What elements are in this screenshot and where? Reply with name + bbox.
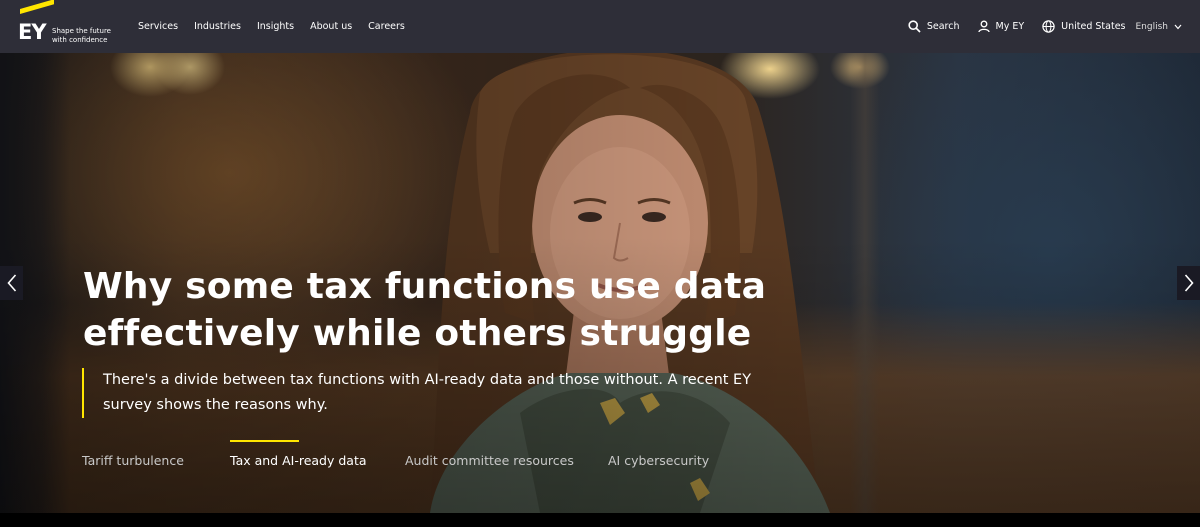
headline-line1: Why some tax functions use data <box>83 266 767 307</box>
chevron-down-icon <box>1174 24 1182 29</box>
headline-line2: effectively while others struggle <box>83 313 752 354</box>
tab-tax-and-ai-ready-data[interactable]: Tax and AI-ready data <box>230 453 367 468</box>
logo-tagline: Shape the future with confidence <box>52 27 114 45</box>
bottom-bar <box>0 513 1200 527</box>
nav-item-industries[interactable]: Industries <box>194 21 241 32</box>
hero-carousel: Why some tax functions use data effectiv… <box>0 53 1200 513</box>
hero-subtext-line2: survey shows the reasons why. <box>103 397 328 413</box>
globe-icon <box>1042 20 1055 33</box>
my-ey-button[interactable]: My EY <box>977 20 1025 33</box>
search-label: Search <box>926 21 960 32</box>
tab-tariff-turbulence[interactable]: Tariff turbulence <box>82 453 184 468</box>
search-button[interactable]: Search <box>908 20 960 33</box>
nav-item-insights[interactable]: Insights <box>257 21 294 32</box>
site-header: EY Shape the future with confidence Serv… <box>0 0 1200 53</box>
logo-beam <box>20 0 54 14</box>
hero-subtext-line1: There's a divide between tax functions w… <box>103 372 752 388</box>
main-nav: Services Industries Insights About us Ca… <box>138 0 405 53</box>
nav-item-careers[interactable]: Careers <box>368 21 405 32</box>
hero-subtext-block: There's a divide between tax functions w… <box>82 368 802 418</box>
active-tab-indicator <box>230 440 299 442</box>
logo-text: EY <box>18 20 47 44</box>
region-language-selector[interactable]: United States English <box>1042 20 1182 33</box>
my-ey-label: My EY <box>995 21 1025 32</box>
chevron-right-icon <box>1184 274 1194 292</box>
tagline-line1: Shape the future <box>52 27 111 35</box>
region-label: United States <box>1061 21 1126 32</box>
ey-logo[interactable]: EY Shape the future with confidence <box>18 0 114 47</box>
nav-item-about-us[interactable]: About us <box>310 21 352 32</box>
hero-headline[interactable]: Why some tax functions use data effectiv… <box>83 263 783 357</box>
tab-audit-committee-resources[interactable]: Audit committee resources <box>405 453 574 468</box>
nav-item-services[interactable]: Services <box>138 21 178 32</box>
language-label: English <box>1135 21 1169 32</box>
carousel-next-button[interactable] <box>1177 266 1200 300</box>
tab-ai-cybersecurity[interactable]: AI cybersecurity <box>608 453 709 468</box>
user-icon <box>977 20 990 33</box>
chevron-left-icon <box>6 274 16 292</box>
carousel-prev-button[interactable] <box>0 266 23 300</box>
tagline-line2: with confidence <box>52 36 108 44</box>
utility-nav: Search My EY United States English <box>908 0 1182 53</box>
search-icon <box>908 20 921 33</box>
